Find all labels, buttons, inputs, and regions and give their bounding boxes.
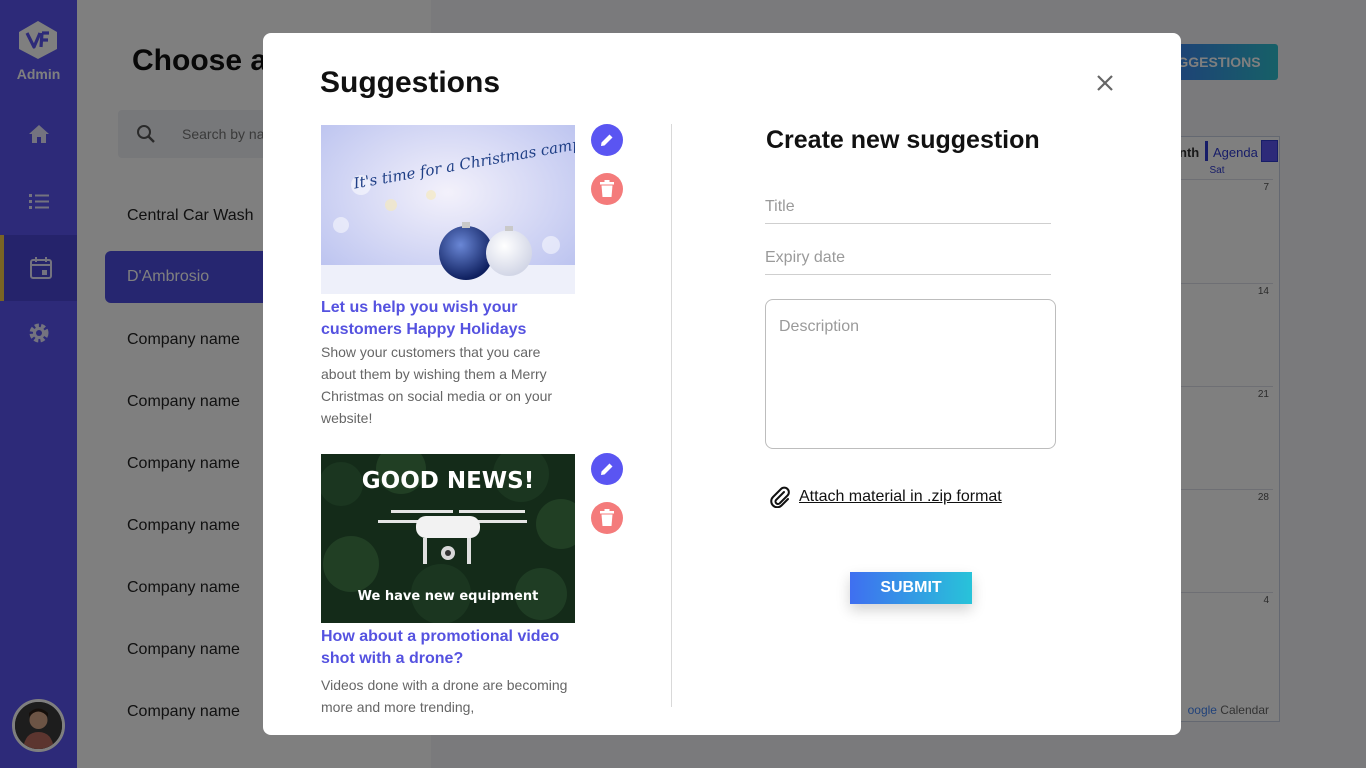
edit-button[interactable] <box>591 124 623 156</box>
close-button[interactable] <box>1093 71 1117 95</box>
trash-icon <box>600 180 614 197</box>
form-heading: Create new suggestion <box>766 126 1040 154</box>
modal-title: Suggestions <box>320 66 501 99</box>
suggestion-title[interactable]: Let us help you wish your customers Happ… <box>321 297 571 341</box>
title-field[interactable] <box>765 190 1051 224</box>
description-field[interactable] <box>765 299 1056 449</box>
edit-button[interactable] <box>591 453 623 485</box>
trash-icon <box>600 509 614 526</box>
pencil-icon <box>601 134 613 146</box>
delete-button[interactable] <box>591 173 623 205</box>
paperclip-icon <box>770 486 790 508</box>
delete-button[interactable] <box>591 502 623 534</box>
attach-material-link[interactable]: Attach material in .zip format <box>769 486 1002 508</box>
suggestion-image: It's time for a Christmas campaign! <box>321 125 575 294</box>
expiry-date-input[interactable] <box>765 241 1051 274</box>
suggestion-image: GOOD NEWS! We have new equipment <box>321 454 575 623</box>
suggestion-description: Show your customers that you care about … <box>321 344 553 426</box>
suggestion-description: Videos done with a drone are becoming mo… <box>321 677 568 715</box>
close-icon <box>1097 75 1113 91</box>
modal-divider <box>671 124 672 707</box>
description-input[interactable] <box>779 318 1042 430</box>
suggestion-title[interactable]: How about a promotional video shot with … <box>321 626 571 670</box>
submit-button[interactable]: SUBMIT <box>850 572 972 604</box>
suggestion-image-caption: We have new equipment <box>358 589 539 604</box>
attach-material-label[interactable]: Attach material in .zip format <box>799 488 1002 506</box>
suggestions-modal: Suggestions It's time for a Christmas ca… <box>263 33 1181 735</box>
title-input[interactable] <box>765 190 1051 223</box>
pencil-icon <box>601 463 613 475</box>
expiry-date-field[interactable] <box>765 241 1051 275</box>
suggestion-image-heading: GOOD NEWS! <box>362 468 534 494</box>
